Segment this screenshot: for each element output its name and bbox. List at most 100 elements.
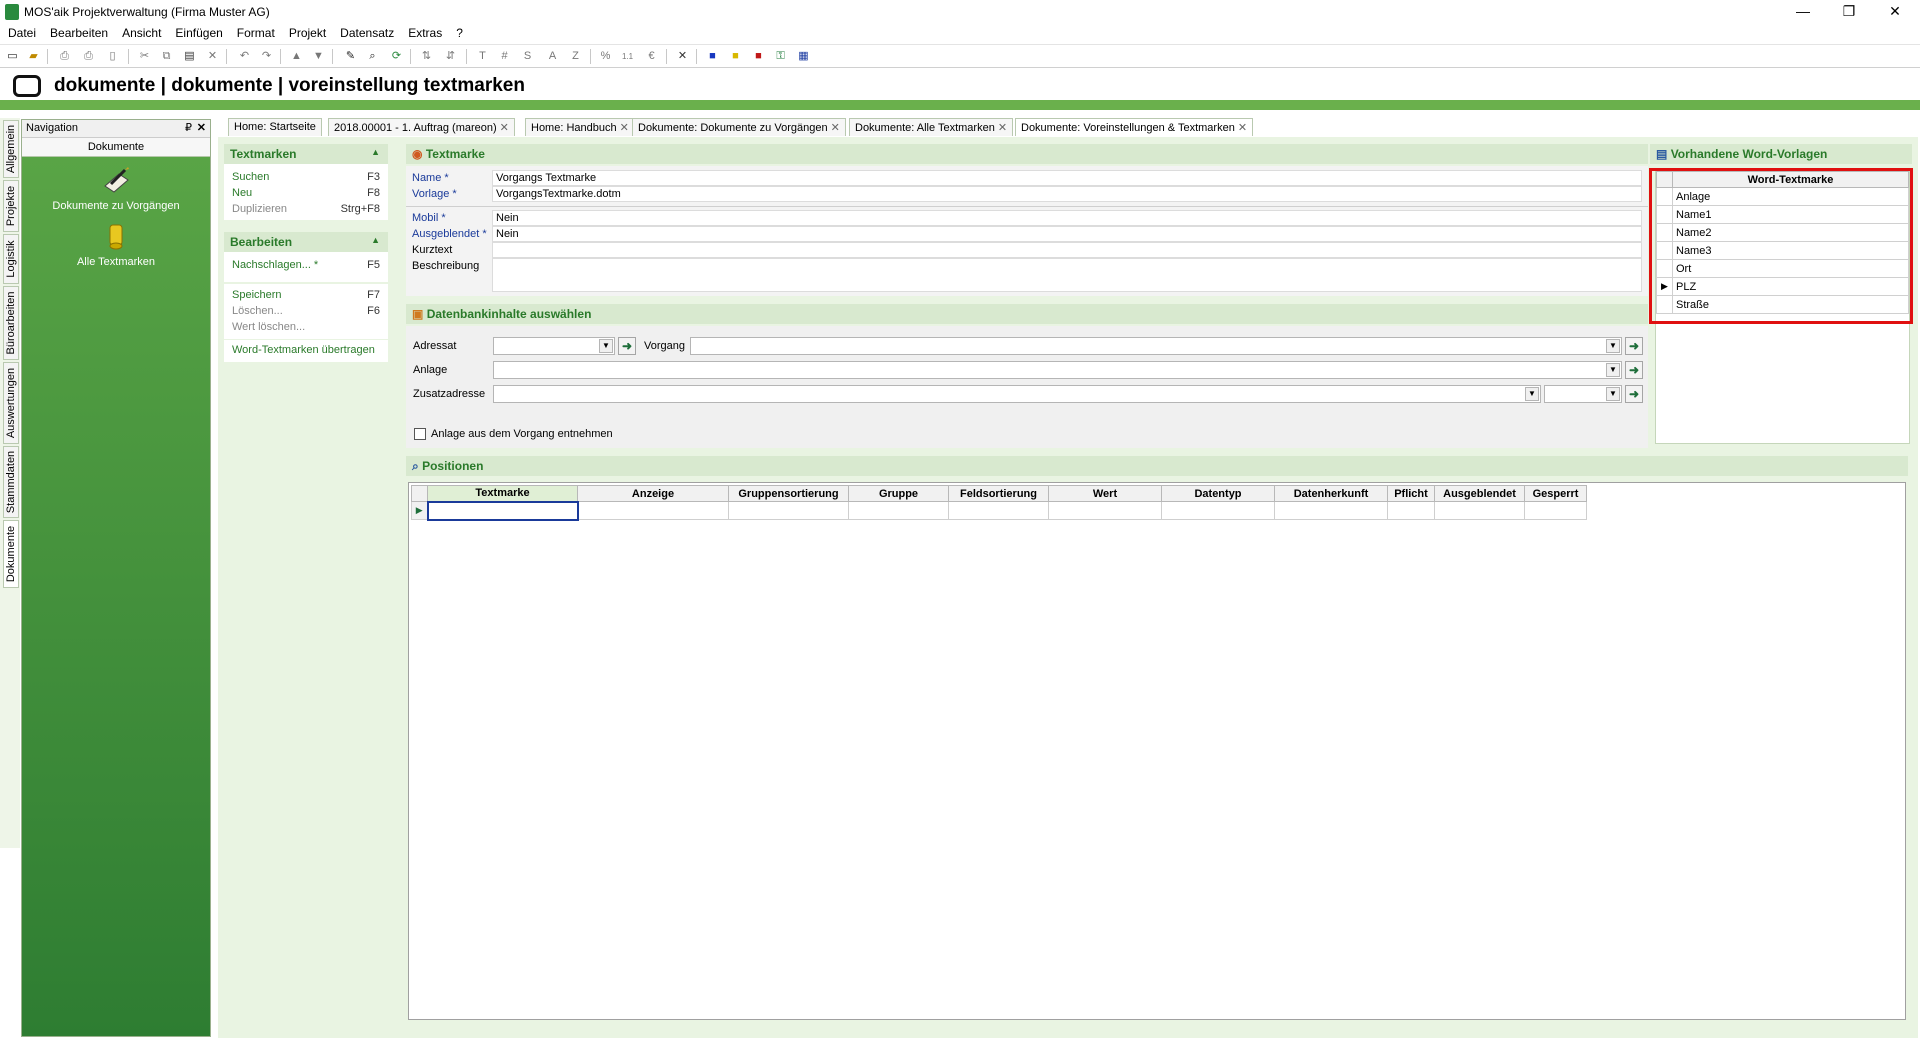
table-cell[interactable] bbox=[1048, 501, 1162, 520]
collapse-icon[interactable]: ▲ bbox=[371, 235, 380, 245]
text-format-a-icon[interactable]: A bbox=[544, 48, 561, 65]
column-header-textmarke[interactable]: Textmarke bbox=[427, 485, 578, 502]
user-yellow-icon[interactable]: ■ bbox=[727, 48, 744, 65]
anlage-select[interactable]: ▼ bbox=[493, 361, 1622, 379]
vorgang-select[interactable]: ▼ bbox=[690, 337, 1622, 355]
tab-close-icon[interactable]: ✕ bbox=[500, 122, 509, 134]
sort-asc-icon[interactable]: ⇅ bbox=[418, 48, 435, 65]
tab-voreinstellungen-textmarken[interactable]: Dokumente: Voreinstellungen & Textmarken… bbox=[1015, 118, 1254, 136]
menu-extras[interactable]: Extras bbox=[401, 24, 449, 40]
print-preview-icon[interactable]: ⎙ bbox=[80, 48, 97, 65]
text-format-hash-icon[interactable]: # bbox=[496, 48, 513, 65]
beschreibung-field[interactable] bbox=[492, 258, 1642, 292]
navigation-section-dokumente[interactable]: Dokumente bbox=[22, 138, 210, 157]
table-cell[interactable] bbox=[948, 501, 1049, 520]
collapse-icon[interactable]: ▲ bbox=[371, 147, 380, 157]
tools-icon[interactable]: ✕ bbox=[674, 48, 691, 65]
menu-datensatz[interactable]: Datensatz bbox=[333, 24, 401, 40]
close-icon[interactable]: ✕ bbox=[197, 121, 206, 134]
chevron-down-icon[interactable]: ▼ bbox=[1606, 339, 1620, 353]
name-field[interactable]: Vorgangs Textmarke bbox=[492, 170, 1642, 186]
anlage-go-button[interactable]: ➜ bbox=[1625, 361, 1643, 379]
undo-icon[interactable]: ↶ bbox=[236, 48, 253, 65]
column-header-feldsortierung[interactable]: Feldsortierung bbox=[948, 485, 1049, 502]
chevron-down-icon[interactable]: ▼ bbox=[599, 339, 613, 353]
tab-home-handbuch[interactable]: Home: Handbuch ✕ bbox=[525, 118, 635, 136]
edit-pencil-icon[interactable]: ✎ bbox=[342, 48, 359, 65]
column-header-ausgeblendet[interactable]: Ausgeblendet bbox=[1434, 485, 1525, 502]
column-header-datenherkunft[interactable]: Datenherkunft bbox=[1274, 485, 1388, 502]
arrow-up-icon[interactable]: ▲ bbox=[288, 48, 305, 65]
currency-icon[interactable]: € bbox=[643, 48, 660, 65]
chevron-down-icon[interactable]: ▼ bbox=[1606, 363, 1620, 377]
tab-close-icon[interactable]: ✕ bbox=[620, 122, 629, 134]
side-tab-bueroarbeiten[interactable]: Büroarbeiten bbox=[3, 286, 19, 360]
chevron-down-icon[interactable]: ▼ bbox=[1606, 387, 1620, 401]
action-speichern[interactable]: Speichern F7 bbox=[232, 289, 380, 301]
arrow-down-icon[interactable]: ▼ bbox=[310, 48, 327, 65]
side-tab-stammdaten[interactable]: Stammdaten bbox=[3, 446, 19, 518]
user-blue-icon[interactable]: ■ bbox=[704, 48, 721, 65]
tab-close-icon[interactable]: ✕ bbox=[831, 122, 840, 134]
paste-icon[interactable]: ▤ bbox=[181, 48, 198, 65]
sort-desc-icon[interactable]: ⇵ bbox=[442, 48, 459, 65]
table-cell[interactable] bbox=[728, 501, 849, 520]
table-cell[interactable] bbox=[1274, 501, 1388, 520]
side-tab-projekte[interactable]: Projekte bbox=[3, 180, 19, 232]
vorgang-go-button[interactable]: ➜ bbox=[1625, 337, 1643, 355]
column-header-gesperrt[interactable]: Gesperrt bbox=[1524, 485, 1587, 502]
side-tab-auswertungen[interactable]: Auswertungen bbox=[3, 362, 19, 444]
column-header-anzeige[interactable]: Anzeige bbox=[577, 485, 729, 502]
action-neu[interactable]: Neu F8 bbox=[232, 187, 380, 199]
menu-projekt[interactable]: Projekt bbox=[282, 24, 333, 40]
restore-button[interactable]: ❐ bbox=[1826, 0, 1872, 24]
user-red-icon[interactable]: ■ bbox=[750, 48, 767, 65]
page-preview-icon[interactable]: ▯ bbox=[104, 48, 121, 65]
pin-icon[interactable]: ₽ bbox=[185, 121, 192, 134]
text-format-z-icon[interactable]: Z bbox=[567, 48, 584, 65]
column-header-gruppensortierung[interactable]: Gruppensortierung bbox=[728, 485, 849, 502]
menu-einfuegen[interactable]: Einfügen bbox=[168, 24, 229, 40]
nav-item-dokumente-zu-vorgaengen[interactable]: Dokumente zu Vorgängen bbox=[22, 166, 210, 212]
percent-icon[interactable]: % bbox=[597, 48, 614, 65]
tab-home-startseite[interactable]: Home: Startseite bbox=[228, 118, 322, 136]
table-cell[interactable] bbox=[1161, 501, 1275, 520]
tab-close-icon[interactable]: ✕ bbox=[998, 122, 1007, 134]
tab-auftrag[interactable]: 2018.00001 - 1. Auftrag (mareon) ✕ bbox=[328, 118, 515, 136]
open-folder-icon[interactable]: ▰ bbox=[25, 48, 42, 65]
action-loeschen[interactable]: Löschen... F6 bbox=[232, 305, 380, 317]
tab-dokumente-zu-vorgaengen[interactable]: Dokumente: Dokumente zu Vorgängen ✕ bbox=[632, 118, 846, 136]
nav-item-alle-textmarken[interactable]: Alle Textmarken bbox=[22, 222, 210, 268]
text-format-s-icon[interactable]: S bbox=[519, 48, 536, 65]
menu-ansicht[interactable]: Ansicht bbox=[115, 24, 168, 40]
actions-textmarken-header[interactable]: Textmarken ▲ bbox=[224, 144, 388, 164]
zusatzadresse-select[interactable]: ▼ bbox=[493, 385, 1541, 403]
zusatzadresse-type-select[interactable]: ▼ bbox=[1544, 385, 1622, 403]
cut-icon[interactable]: ✂ bbox=[136, 48, 153, 65]
decimal-icon[interactable]: 1.1 bbox=[619, 48, 636, 65]
text-format-t-icon[interactable]: T bbox=[474, 48, 491, 65]
adressat-select[interactable]: ▼ bbox=[493, 337, 615, 355]
side-tab-dokumente[interactable]: Dokumente bbox=[3, 520, 19, 588]
grid-table-icon[interactable]: ▦ bbox=[795, 48, 812, 65]
refresh-icon[interactable]: ⟳ bbox=[388, 48, 405, 65]
mobil-field[interactable]: Nein bbox=[492, 210, 1642, 226]
search-icon[interactable]: ⌕ bbox=[364, 48, 381, 65]
new-document-icon[interactable]: ▭ bbox=[4, 48, 21, 65]
table-cell[interactable] bbox=[1434, 501, 1525, 520]
menu-bearbeiten[interactable]: Bearbeiten bbox=[43, 24, 115, 40]
action-nachschlagen[interactable]: Nachschlagen... * F5 bbox=[232, 259, 380, 271]
table-row-new[interactable]: ▶ bbox=[411, 500, 1587, 521]
print-icon[interactable]: ⎙ bbox=[56, 48, 73, 65]
side-tab-logistik[interactable]: Logistik bbox=[3, 234, 19, 284]
key-icon[interactable]: ⚿ bbox=[772, 48, 789, 65]
menu-help[interactable]: ? bbox=[449, 24, 470, 40]
adressat-go-button[interactable]: ➜ bbox=[618, 337, 636, 355]
menu-format[interactable]: Format bbox=[230, 24, 282, 40]
anlage-checkbox[interactable] bbox=[414, 428, 426, 440]
side-tab-allgemein[interactable]: Allgemein bbox=[3, 120, 19, 178]
close-button[interactable]: ✕ bbox=[1872, 0, 1918, 24]
table-cell[interactable] bbox=[426, 500, 579, 521]
table-cell[interactable] bbox=[1524, 501, 1587, 520]
kurztext-field[interactable] bbox=[492, 242, 1642, 258]
